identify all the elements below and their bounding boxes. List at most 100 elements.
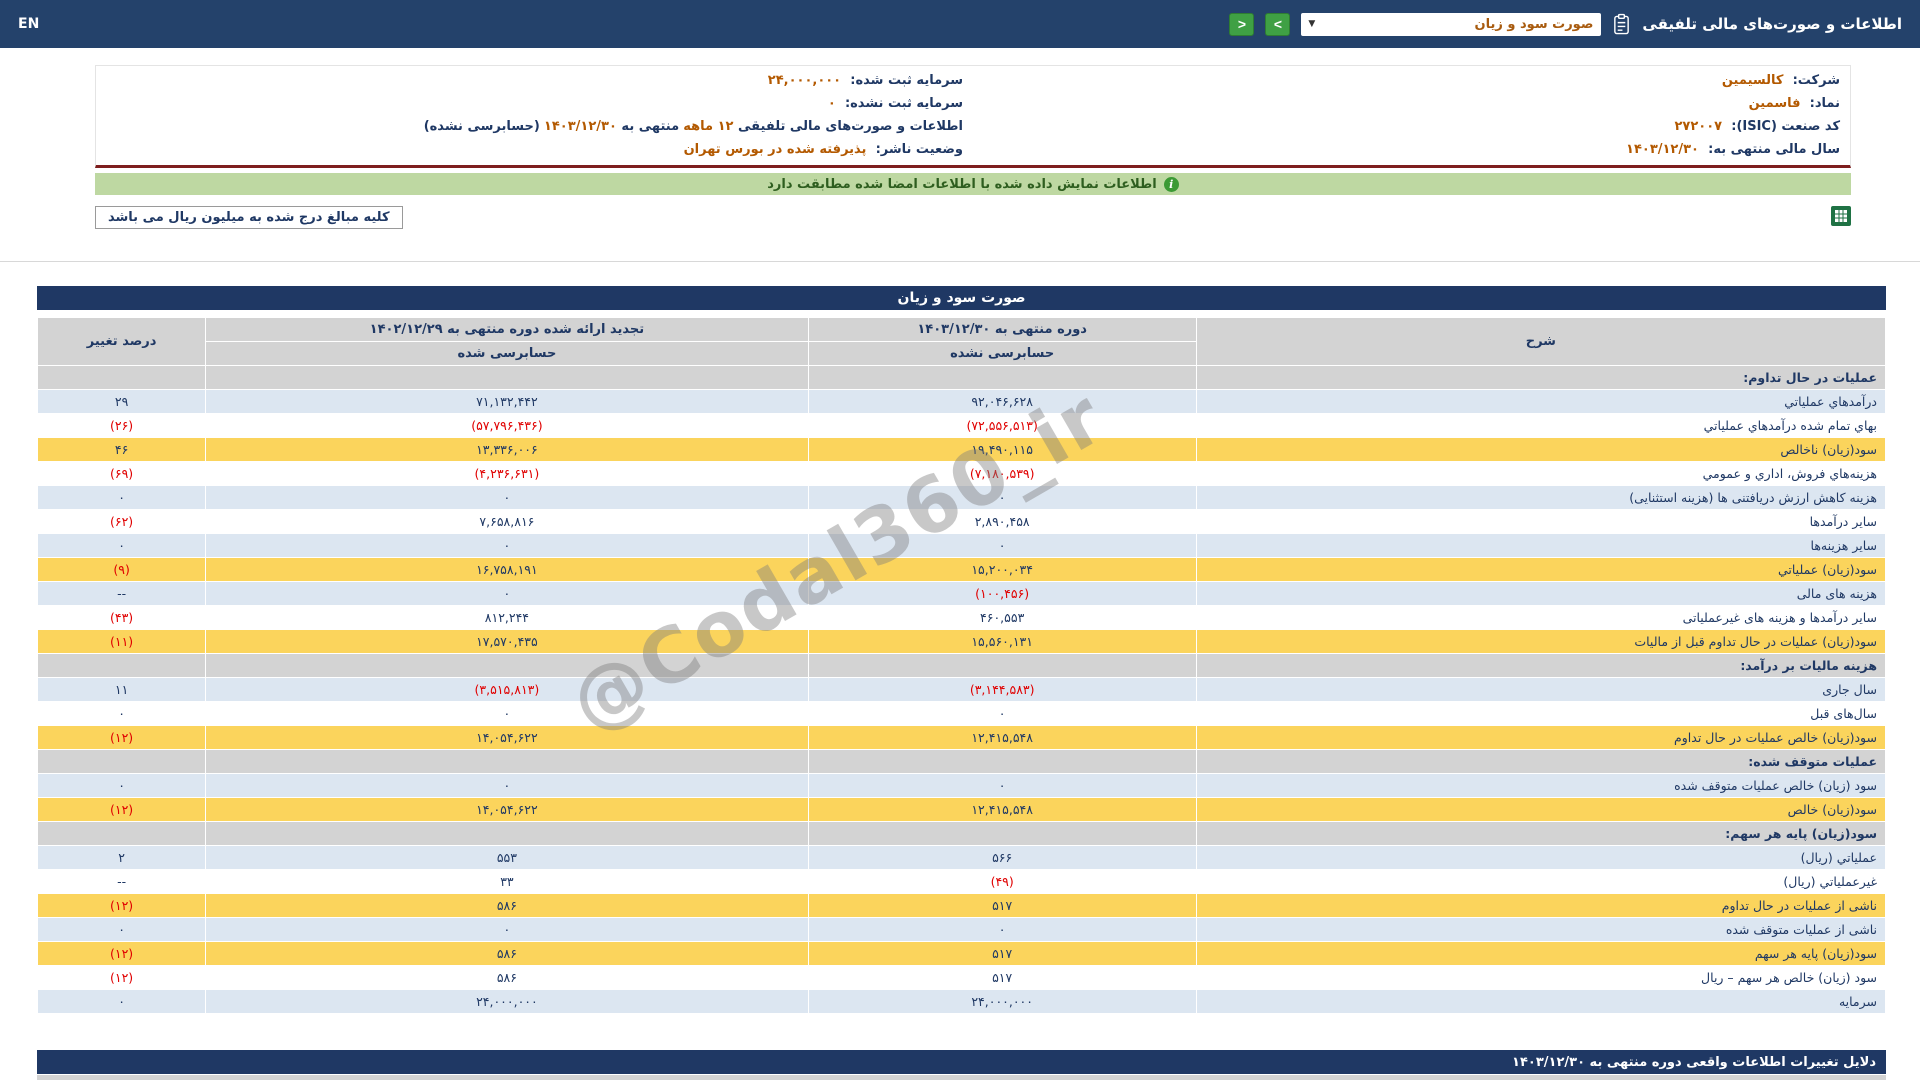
value-cell-change: ۱۱ [36, 677, 207, 702]
value-cell-change: ۰ [36, 917, 207, 942]
value-cell-current: (۱۰۰,۴۵۶) [807, 581, 1197, 606]
registered-capital-value: ۲۴,۰۰۰,۰۰۰ [767, 73, 842, 88]
next-report-button[interactable]: > [1265, 12, 1291, 36]
value-cell-current: ۱۵,۲۰۰,۰۳۴ [807, 557, 1197, 582]
value-cell-change [36, 653, 207, 678]
statement-row: درآمدهاي عملياتي ۹۲,۰۴۶,۶۲۸ ۷۱,۱۳۲,۴۴۲ ۲۹ [36, 389, 1887, 414]
currency-unit-note: کلیه مبالغ درج شده به میلیون ریال می باش… [95, 206, 403, 229]
column-header-restated-period: تجدید ارائه شده دوره منتهی به ۱۴۰۲/۱۲/۲۹ [205, 317, 809, 342]
row-label: سایر درآمدها [1195, 509, 1887, 534]
statement-row: سود (زیان) خالص هر سهم – ریال ۵۱۷ ۵۸۶ (۱۲) [36, 965, 1887, 990]
section-header-row: عملیات متوقف شده: [36, 749, 1887, 774]
income-statement-section: صورت سود و زیان شرح دوره منتهی به ۱۴۰۳/۱… [36, 286, 1887, 1014]
value-cell-restated [205, 365, 809, 390]
section-header-row: سود(زیان) پایه هر سهم: [36, 821, 1887, 846]
value-cell-restated: (۵۷,۷۹۶,۴۳۶) [205, 413, 809, 438]
registered-capital-row: سرمایه ثبت شده: ۲۴,۰۰۰,۰۰۰ [96, 69, 973, 92]
english-language-link[interactable]: EN [18, 16, 39, 32]
value-cell-current: (۳,۱۴۴,۵۸۳) [807, 677, 1197, 702]
income-statement-table: شرح دوره منتهی به ۱۴۰۳/۱۲/۳۰ تجدید ارائه… [36, 317, 1887, 1014]
row-label: هزينه‌هاي فروش، اداري و عمومي [1195, 461, 1887, 486]
statement-row: سرمایه ۲۴,۰۰۰,۰۰۰ ۲۴,۰۰۰,۰۰۰ ۰ [36, 989, 1887, 1014]
value-cell-current [807, 821, 1197, 846]
report-period-ending-text: منتهی به [616, 119, 680, 134]
value-cell-current: ۰ [807, 485, 1197, 510]
row-label: هزینه کاهش ارزش دریافتنی ها (هزینه استثن… [1195, 485, 1887, 510]
fiscal-year-row: سال مالی منتهی به: ۱۴۰۳/۱۲/۳۰ [973, 138, 1850, 161]
value-cell-restated: ۱۳,۳۳۶,۰۰۶ [205, 437, 809, 462]
excel-icon [1831, 206, 1851, 229]
value-cell-change: (۱۲) [36, 941, 207, 966]
unregistered-capital-label: سرمایه ثبت نشده: [844, 96, 963, 111]
statement-row: سود (زیان) خالص عملیات متوقف شده ۰ ۰ ۰ [36, 773, 1887, 798]
isic-label: کد صنعت (ISIC): [1731, 119, 1840, 134]
value-cell-restated: (۴,۲۳۶,۶۳۱) [205, 461, 809, 486]
symbol-value: فاسمین [1748, 96, 1801, 111]
excel-export-button[interactable] [1831, 206, 1851, 226]
right-arrow-icon: > [1273, 16, 1282, 32]
header-row-1: شرح دوره منتهی به ۱۴۰۳/۱۲/۳۰ تجدید ارائه… [36, 317, 1887, 366]
value-cell-current: ۲۴,۰۰۰,۰۰۰ [807, 989, 1197, 1014]
footer-table-header-strip [37, 1075, 1886, 1080]
value-cell-change: ۰ [36, 989, 207, 1014]
value-cell-change: ۰ [36, 701, 207, 726]
value-cell-change: (۱۲) [36, 797, 207, 822]
value-cell-restated: ۱۴,۰۵۴,۶۲۲ [205, 797, 809, 822]
section-divider [0, 261, 1920, 262]
statement-row: سود(زیان) خالص عملیات در حال تداوم ۱۲,۴۱۵… [36, 725, 1887, 750]
isic-row: کد صنعت (ISIC): ۲۷۲۰۰۷ [973, 115, 1850, 138]
value-cell-restated: ۸۱۲,۲۴۴ [205, 605, 809, 630]
report-type-select[interactable]: صورت سود و زیان [1301, 12, 1602, 36]
income-statement-title: صورت سود و زیان [37, 286, 1886, 310]
value-cell-change: ۰ [36, 773, 207, 798]
statement-row: سایر هزینه‌ها ۰ ۰ ۰ [36, 533, 1887, 558]
statement-row: سود(زیان) عملیات در حال تداوم قبل از مال… [36, 629, 1887, 654]
value-cell-current: ۵۱۷ [807, 893, 1197, 918]
section-label: هزینه مالیات بر درآمد: [1195, 653, 1887, 678]
company-info-panel: شرکت: کالسیمین نماد: فاسمین کد صنعت (ISI… [95, 65, 1851, 168]
value-cell-restated: ۵۸۶ [205, 965, 809, 990]
row-label: سود(زیان) پایه هر سهم [1195, 941, 1887, 966]
income-statement-body: عملیات در حال تداوم: درآمدهاي عملياتي ۹۲,۰… [36, 365, 1887, 1014]
section-label: عملیات در حال تداوم: [1195, 365, 1887, 390]
value-cell-change: (۶۹) [36, 461, 207, 486]
left-arrow-icon: < [1237, 16, 1246, 32]
section-header-row: هزینه مالیات بر درآمد: [36, 653, 1887, 678]
statement-row: سود(زیان) پایه هر سهم ۵۱۷ ۵۸۶ (۱۲) [36, 941, 1887, 966]
financial-statements-icon [1612, 13, 1631, 36]
value-cell-change [36, 749, 207, 774]
company-name-label: شرکت: [1792, 73, 1840, 88]
statement-row: هزینه کاهش ارزش دریافتنی ها (هزینه استثن… [36, 485, 1887, 510]
value-cell-restated: ۵۸۶ [205, 893, 809, 918]
statement-row: سال‌های قبل ۰ ۰ ۰ [36, 701, 1887, 726]
value-cell-current: ۵۱۷ [807, 965, 1197, 990]
row-label: ناشی از عملیات در حال تداوم [1195, 893, 1887, 918]
value-cell-restated: ۷,۶۵۸,۸۱۶ [205, 509, 809, 534]
value-cell-current [807, 365, 1197, 390]
statement-row: سال جاری (۳,۱۴۴,۵۸۳) (۳,۵۱۵,۸۱۳) ۱۱ [36, 677, 1887, 702]
value-cell-current: ۱۹,۴۹۰,۱۱۵ [807, 437, 1197, 462]
row-label: سود(زیان) عملیات در حال تداوم قبل از مال… [1195, 629, 1887, 654]
value-cell-current: (۴۹) [807, 869, 1197, 894]
value-cell-restated [205, 821, 809, 846]
value-cell-change: (۱۲) [36, 965, 207, 990]
section-header-row: عملیات در حال تداوم: [36, 365, 1887, 390]
value-cell-current: ۴۶۰,۵۵۳ [807, 605, 1197, 630]
value-cell-current: ۱۵,۵۶۰,۱۳۱ [807, 629, 1197, 654]
column-header-current-period: دوره منتهی به ۱۴۰۳/۱۲/۳۰ [807, 317, 1197, 342]
row-label: سود (زیان) خالص عملیات متوقف شده [1195, 773, 1887, 798]
column-subheader-unaudited: حسابرسی نشده [807, 341, 1197, 366]
value-cell-change: ۰ [36, 485, 207, 510]
value-cell-change: (۱۱) [36, 629, 207, 654]
symbol-label: نماد: [1809, 96, 1840, 111]
value-cell-change: (۹) [36, 557, 207, 582]
value-cell-change [36, 365, 207, 390]
company-name-row: شرکت: کالسیمین [973, 69, 1850, 92]
prev-report-button[interactable]: < [1229, 12, 1255, 36]
value-cell-restated: ۰ [205, 533, 809, 558]
value-cell-change [36, 821, 207, 846]
value-cell-change: ۲ [36, 845, 207, 870]
row-label: سایر درآمدها و هزینه های غیرعملیاتی [1195, 605, 1887, 630]
statement-row: بهاي تمام شده درآمدهاي عملياتي (۷۲,۵۵۶,۵۱… [36, 413, 1887, 438]
report-period-months: ۱۲ ماهه [683, 119, 734, 134]
